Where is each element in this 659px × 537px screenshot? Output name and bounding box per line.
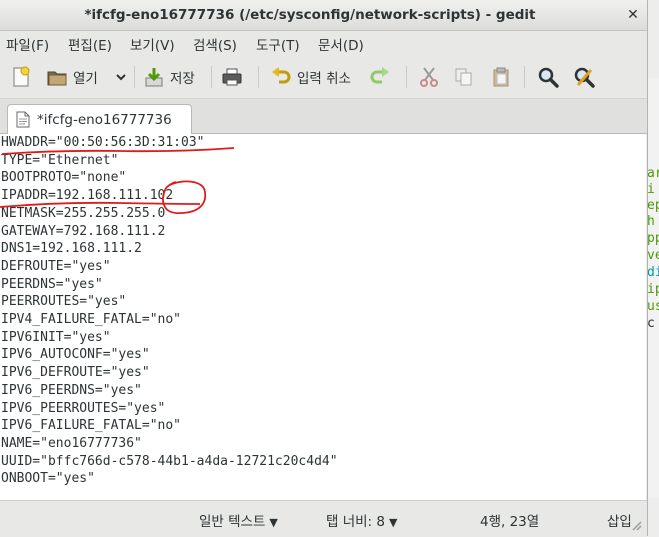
editor-line: NETMASK=255.255.255.0: [1, 205, 166, 221]
new-button[interactable]: [10, 64, 32, 90]
editor-line: IPADDR=192.168.111.102: [1, 188, 174, 204]
copy-icon: [455, 68, 472, 86]
printer-icon: [222, 68, 242, 86]
cursor-position: 4행, 23열: [480, 514, 540, 530]
editor-line: IPV6INIT="yes": [1, 329, 111, 345]
gedit-window: *ifcfg-eno16777736 (/etc/sysconfig/netwo…: [0, 0, 648, 537]
editor-line: GATEWAY=792.168.111.2: [1, 223, 166, 239]
editor-line: DNS1=192.168.111.2: [1, 241, 142, 257]
replace-button[interactable]: [573, 64, 595, 90]
status-bar: 일반 텍스트 ▼ 탭 너비: 8 ▼ 4행, 23열 삽입: [0, 500, 647, 537]
menu-file[interactable]: 파일(F): [6, 34, 49, 54]
cut-button[interactable]: [418, 64, 440, 90]
chevron-down-icon: ▼: [388, 516, 398, 529]
toolbar-separator: [211, 66, 212, 88]
background-text-fragment: ip: [647, 282, 659, 297]
chevron-down-icon: [116, 74, 126, 81]
chevron-down-icon: ▼: [269, 516, 278, 529]
redo-button[interactable]: [369, 64, 391, 90]
save-button[interactable]: 저장: [143, 64, 195, 90]
tab-width-selector[interactable]: 탭 너비: 8 ▼: [326, 510, 397, 530]
copy-button[interactable]: [453, 64, 475, 90]
background-text-fragment: ep: [647, 198, 659, 213]
toolbar-separator: [258, 66, 259, 88]
editor-line: IPV6_PEERROUTES="yes": [1, 400, 166, 416]
insert-mode: 삽입: [607, 514, 632, 530]
editor-line: PEERDNS="yes": [1, 276, 103, 292]
find-replace-icon: [574, 67, 595, 88]
tab-ifcfg-file[interactable]: *ifcfg-eno16777736: [7, 104, 192, 134]
save-download-icon: [145, 68, 163, 87]
menu-edit[interactable]: 편집(E): [68, 34, 112, 54]
editor-line: BOOTPROTO="none": [1, 170, 127, 186]
undo-button[interactable]: 입력 취소: [270, 64, 351, 90]
editor-line: IPV4_FAILURE_FATAL="no": [1, 312, 182, 327]
toolbar-separator: [524, 66, 525, 88]
menu-document[interactable]: 문서(D): [318, 34, 364, 54]
open-button[interactable]: 열기: [46, 64, 98, 90]
menu-bar: 파일(F) 편집(E) 보기(V) 검색(S) 도구(T) 문서(D): [0, 31, 647, 55]
save-label: 저장: [170, 71, 195, 87]
toolbar-separator: [406, 66, 407, 88]
background-text-fragment: c: [647, 316, 655, 331]
folder-icon: [47, 71, 67, 86]
window-title: *ifcfg-eno16777736 (/etc/sysconfig/netwo…: [84, 7, 536, 23]
background-text-fragment: di: [647, 265, 659, 280]
print-button[interactable]: [221, 64, 243, 90]
editor-line: NAME="eno16777736": [1, 435, 142, 451]
editor-line: IPV6_FAILURE_FATAL="no": [1, 418, 182, 434]
tab-width-label: 탭 너비: 8: [326, 514, 385, 530]
background-text-fragment: pp: [647, 231, 659, 246]
background-text-fragment: ve: [647, 248, 659, 263]
open-recent-dropdown[interactable]: [115, 64, 127, 90]
menu-search[interactable]: 검색(S): [193, 34, 237, 54]
editor-line: HWADDR="00:50:56:3D:31:03": [1, 135, 205, 150]
editor-line: PEERROUTES="yes": [1, 294, 127, 310]
background-text-fragment: us: [647, 299, 659, 314]
toolbar: 열기 저장 입력 취소: [0, 56, 647, 99]
background-text-fragment: ar: [647, 166, 659, 181]
find-button[interactable]: [537, 64, 559, 90]
tab-bar: *ifcfg-eno16777736: [0, 99, 647, 134]
menu-view[interactable]: 보기(V): [130, 34, 175, 54]
editor-line: IPV6_DEFROUTE="yes": [1, 365, 150, 381]
editor-line: ONBOOT="yes": [1, 471, 95, 487]
editor-line: IPV6_AUTOCONF="yes": [1, 347, 150, 363]
open-label: 열기: [73, 71, 98, 87]
editor-line: DEFROUTE="yes": [1, 258, 111, 274]
editor-line: TYPE="Ethernet": [1, 152, 119, 168]
text-document-icon: [16, 111, 30, 128]
language-label: 일반 텍스트: [199, 514, 266, 530]
paste-button[interactable]: [490, 64, 512, 90]
redo-arrow-icon: [370, 67, 389, 84]
language-selector[interactable]: 일반 텍스트 ▼: [199, 510, 278, 530]
scissors-icon: [420, 67, 438, 87]
toolbar-separator: [134, 66, 135, 88]
undo-arrow-icon: [272, 67, 291, 84]
title-bar[interactable]: *ifcfg-eno16777736 (/etc/sysconfig/netwo…: [0, 0, 647, 31]
background-text-fragment: i: [647, 182, 655, 197]
background-text-fragment: h: [647, 214, 655, 229]
editor-line: UUID="bffc766d-c578-44b1-a4da-12721c20c4…: [1, 453, 338, 469]
clipboard-icon: [493, 67, 509, 87]
undo-label: 입력 취소: [297, 71, 351, 87]
editor-line: IPV6_PEERDNS="yes": [1, 382, 142, 398]
text-editor[interactable]: HWADDR="00:50:56:3D:31:03" TYPE="Ethernet…: [0, 134, 646, 500]
menu-tools[interactable]: 도구(T): [256, 34, 300, 54]
close-icon[interactable]: ✕: [624, 6, 642, 24]
tab-label: *ifcfg-eno16777736: [37, 111, 172, 128]
resize-grip-icon[interactable]: [630, 519, 642, 531]
search-icon: [538, 67, 559, 88]
new-document-icon: [13, 66, 30, 87]
